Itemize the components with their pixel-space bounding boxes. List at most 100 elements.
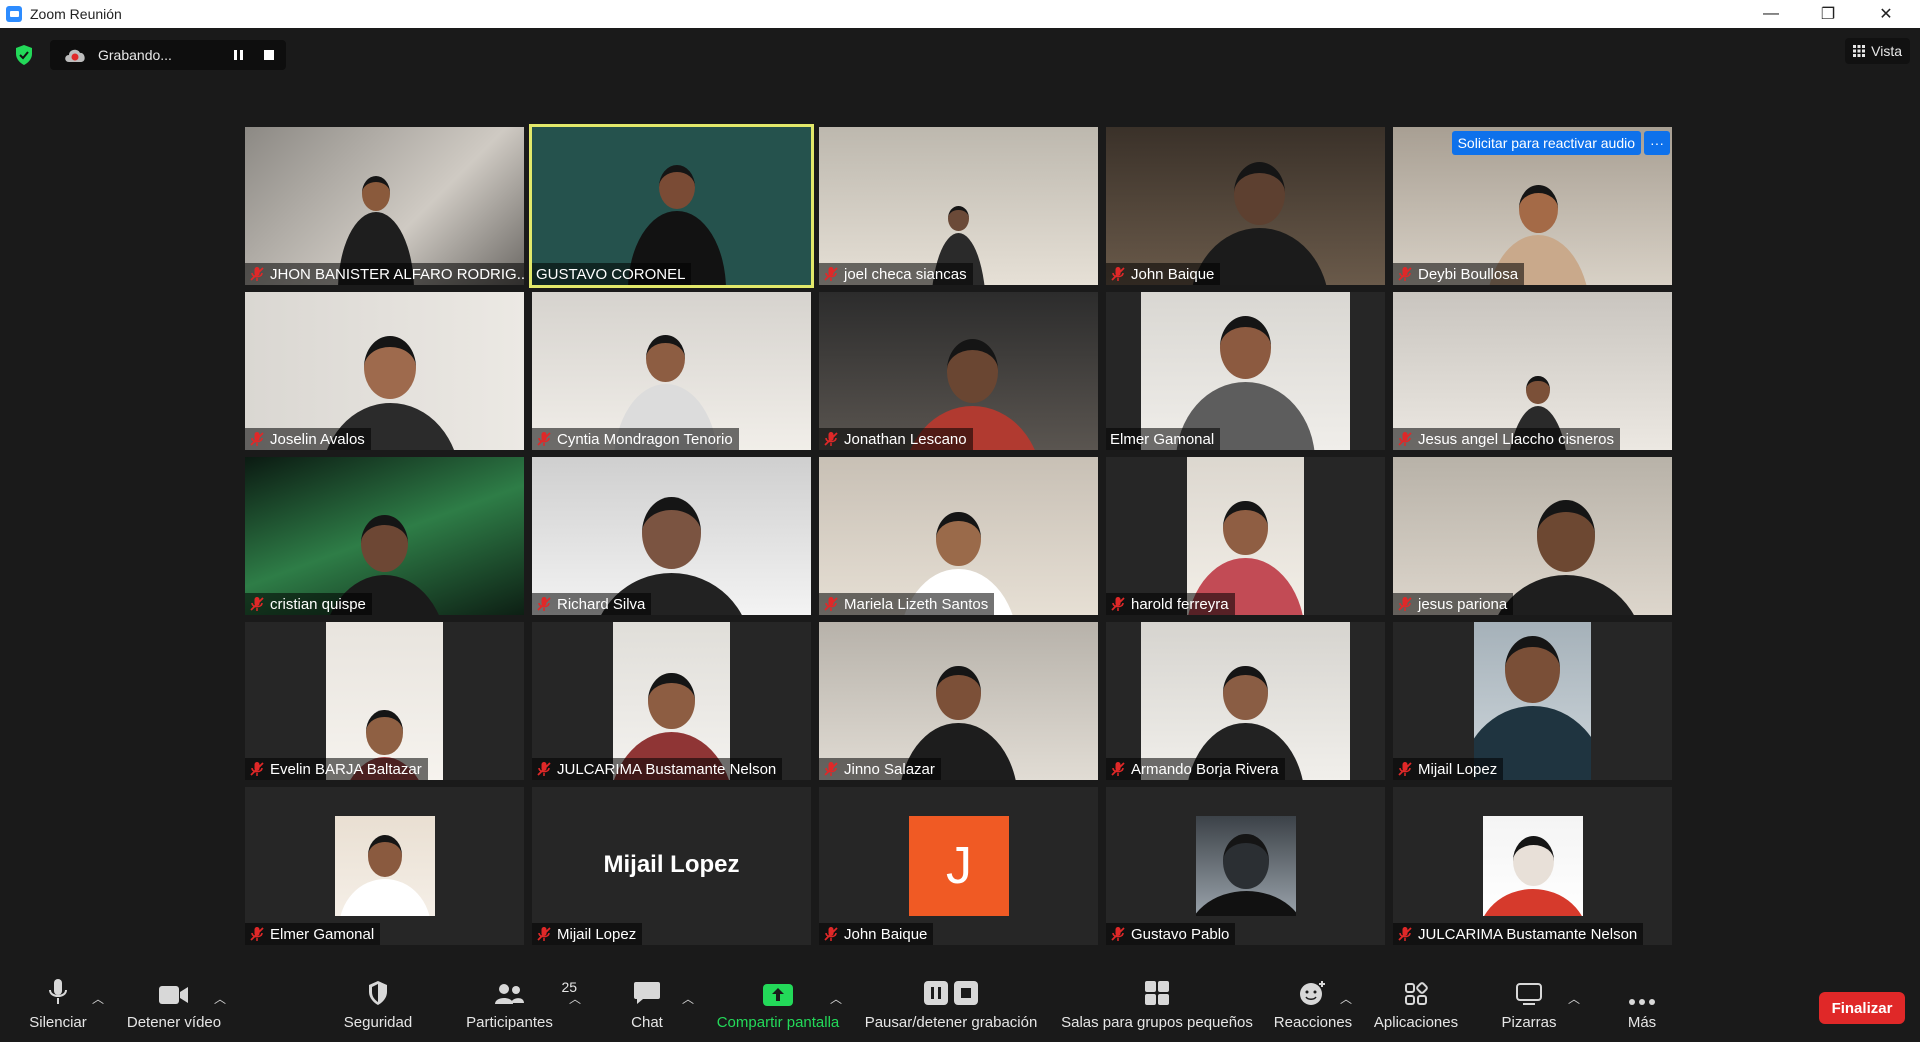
participant-video	[1106, 127, 1385, 285]
participant-tile[interactable]: GUSTAVO CORONEL	[529, 124, 814, 288]
share-screen-button[interactable]: Compartir pantalla	[712, 970, 844, 1042]
participant-tile[interactable]: Jesus angel Llaccho cisneros	[1393, 292, 1672, 450]
participant-name: JHON BANISTER ALFARO RODRIG...	[270, 265, 524, 283]
participant-face	[1526, 375, 1550, 405]
reactions-options-chevron-icon[interactable]: ︿	[1340, 990, 1352, 1007]
apps-icon	[1404, 970, 1428, 1010]
participant-name: Elmer Gamonal	[1110, 430, 1215, 448]
participant-video	[532, 127, 811, 285]
participant-name-plate: Jesus angel Llaccho cisneros	[1393, 428, 1620, 450]
participant-tile[interactable]: John Baique	[1106, 127, 1385, 285]
participant-face	[361, 515, 408, 573]
whiteboards-options-chevron-icon[interactable]: ︿	[1568, 990, 1580, 1007]
participant-tile[interactable]: Joselin Avalos	[245, 292, 524, 450]
unmute-request-group: Solicitar para reactivar audio ···	[1451, 131, 1670, 155]
smiley-plus-icon	[1299, 970, 1327, 1010]
pause-stop-recording-button[interactable]: Pausar/detener grabación	[862, 970, 1040, 1042]
participant-tile[interactable]: JULCARIMA Bustamante Nelson	[532, 622, 811, 780]
breakout-rooms-icon	[1144, 970, 1170, 1010]
participant-name-plate: JHON BANISTER ALFARO RODRIG...	[245, 263, 524, 285]
participant-name-plate: Deybi Boullosa	[1393, 263, 1525, 285]
request-unmute-button[interactable]: Solicitar para reactivar audio	[1451, 131, 1641, 155]
participants-options-chevron-icon[interactable]: ︿	[569, 990, 581, 1007]
muted-microphone-icon	[1111, 762, 1125, 776]
video-options-chevron-icon[interactable]: ︿	[214, 990, 226, 1007]
audio-options-chevron-icon[interactable]: ︿	[92, 990, 104, 1007]
participant-face	[936, 666, 981, 720]
participant-body	[1196, 891, 1296, 916]
participant-name: GUSTAVO CORONEL	[536, 265, 686, 283]
participant-tile[interactable]: Cyntia Mondragon Tenorio	[532, 292, 811, 450]
breakout-rooms-button[interactable]: Salas para grupos pequeños	[1060, 970, 1254, 1042]
encryption-shield-icon[interactable]	[10, 41, 38, 69]
participant-video	[245, 127, 524, 285]
participant-tile[interactable]: Elmer Gamonal	[1106, 292, 1385, 450]
participant-tile[interactable]: Armando Borja Rivera	[1106, 622, 1385, 780]
participant-face	[1223, 666, 1268, 720]
participant-tile[interactable]: Deybi Boullosa Solicitar para reactivar a…	[1393, 127, 1672, 285]
participant-name: Cyntia Mondragon Tenorio	[557, 430, 733, 448]
participant-face	[367, 835, 403, 877]
participant-tile[interactable]: Jonathan Lescano	[819, 292, 1098, 450]
participant-tile[interactable]: JHON BANISTER ALFARO RODRIG...	[245, 127, 524, 285]
mute-button[interactable]: Silenciar	[22, 970, 94, 1042]
participant-name: harold ferreyra	[1131, 595, 1229, 613]
whiteboards-button[interactable]: Pizarras	[1494, 970, 1564, 1042]
participant-face	[1505, 636, 1560, 703]
minimize-button[interactable]: —	[1743, 0, 1799, 28]
participant-tile[interactable]: Mijail Lopez Mijail Lopez	[532, 787, 811, 945]
end-meeting-button[interactable]: Finalizar	[1819, 992, 1905, 1024]
apps-button[interactable]: Aplicaciones	[1370, 970, 1462, 1042]
participant-name: cristian quispe	[270, 595, 366, 613]
muted-microphone-icon	[250, 432, 264, 446]
participant-name: Mijail Lopez	[557, 925, 637, 943]
participant-name-plate: John Baique	[1106, 263, 1221, 285]
stop-recording-button[interactable]	[258, 44, 280, 66]
participant-tile[interactable]: jesus pariona	[1393, 457, 1672, 615]
muted-microphone-icon	[537, 927, 551, 941]
tile-more-options-button[interactable]: ···	[1644, 131, 1670, 155]
participant-tile[interactable]: J John Baique	[819, 787, 1098, 945]
participant-name-plate: Gustavo Pablo	[1106, 923, 1236, 945]
participant-name: Jonathan Lescano	[844, 430, 967, 448]
participant-name-plate: Evelin BARJA Baltazar	[245, 758, 428, 780]
more-button[interactable]: Más	[1620, 970, 1664, 1042]
participant-tile[interactable]: Mariela Lizeth Santos	[819, 457, 1098, 615]
participants-button[interactable]: 25 Participantes	[462, 970, 577, 1042]
participant-name-plate: Elmer Gamonal	[245, 923, 381, 945]
close-button[interactable]: ✕	[1858, 0, 1914, 28]
chat-options-chevron-icon[interactable]: ︿	[682, 990, 694, 1007]
participant-tile[interactable]: cristian quispe	[245, 457, 524, 615]
participant-tile[interactable]: harold ferreyra	[1106, 457, 1385, 615]
participant-video	[1483, 816, 1583, 916]
muted-microphone-icon	[250, 927, 264, 941]
participant-video	[819, 292, 1098, 450]
participant-face	[948, 206, 969, 232]
participant-name: JULCARIMA Bustamante Nelson	[557, 760, 777, 778]
pause-recording-button[interactable]	[228, 44, 250, 66]
participant-name-plate: Joselin Avalos	[245, 428, 371, 450]
participant-tile[interactable]: Jinno Salazar	[819, 622, 1098, 780]
participant-name-plate: JULCARIMA Bustamante Nelson	[532, 758, 783, 780]
participant-tile[interactable]: Elmer Gamonal	[245, 787, 524, 945]
security-button[interactable]: Seguridad	[338, 970, 418, 1042]
participant-tile[interactable]: Mijail Lopez	[1393, 622, 1672, 780]
participant-name-plate: John Baique	[819, 923, 934, 945]
participant-video	[1140, 622, 1351, 780]
participant-face	[946, 339, 999, 403]
participant-tile[interactable]: Richard Silva	[532, 457, 811, 615]
muted-microphone-icon	[1111, 597, 1125, 611]
participant-tile[interactable]: joel checa siancas	[819, 127, 1098, 285]
participant-name: Jinno Salazar	[844, 760, 935, 778]
participant-video	[532, 457, 811, 615]
participant-name-plate: Cyntia Mondragon Tenorio	[532, 428, 739, 450]
chat-button[interactable]: Chat	[622, 970, 672, 1042]
participant-tile[interactable]: JULCARIMA Bustamante Nelson	[1393, 787, 1672, 945]
participant-tile[interactable]: Gustavo Pablo	[1106, 787, 1385, 945]
muted-microphone-icon	[250, 762, 264, 776]
participant-tile[interactable]: Evelin BARJA Baltazar	[245, 622, 524, 780]
share-options-chevron-icon[interactable]: ︿	[830, 990, 842, 1007]
restore-button[interactable]: ❐	[1800, 0, 1856, 28]
view-button[interactable]: Vista	[1845, 38, 1910, 64]
participant-name-plate: Mijail Lopez	[1393, 758, 1504, 780]
